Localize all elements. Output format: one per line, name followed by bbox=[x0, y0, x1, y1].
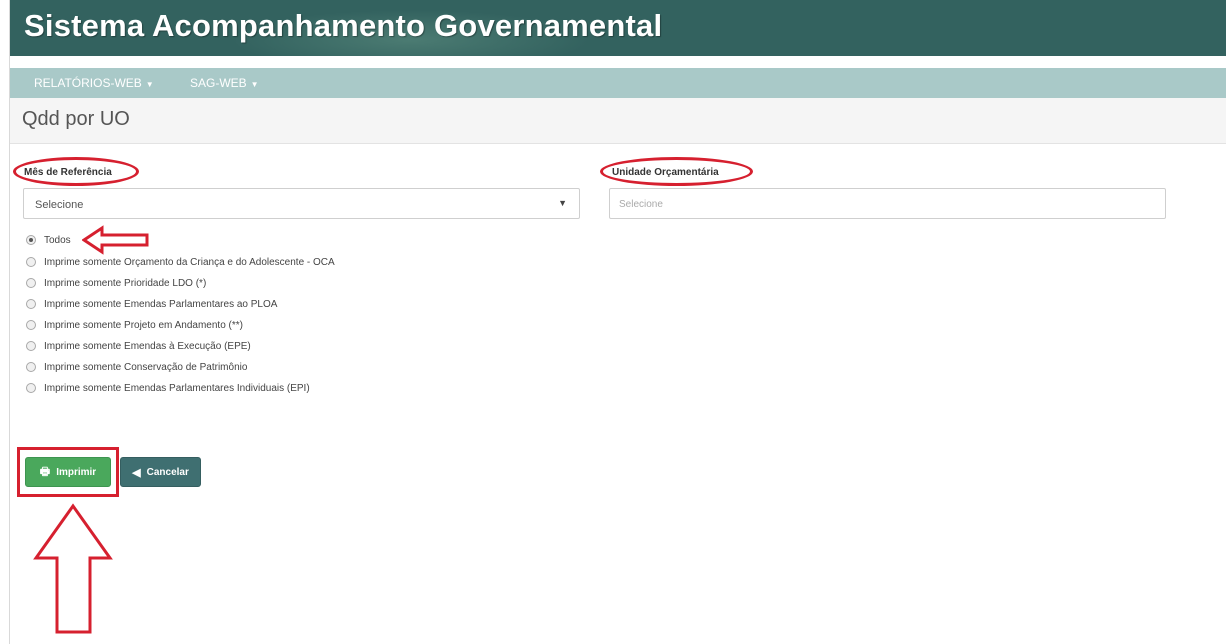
radio-button[interactable] bbox=[26, 235, 36, 245]
app-header: Sistema Acompanhamento Governamental bbox=[10, 0, 1226, 56]
radio-button[interactable] bbox=[26, 341, 36, 351]
app-window: Sistema Acompanhamento Governamental REL… bbox=[0, 0, 1226, 644]
top-navbar: RELATÓRIOS-WEB ▼ SAG-WEB ▼ bbox=[10, 68, 1226, 98]
radio-label: Imprime somente Emendas à Execução (EPE) bbox=[44, 340, 251, 352]
radio-label: Imprime somente Prioridade LDO (*) bbox=[44, 277, 207, 289]
radio-option-projeto[interactable]: Imprime somente Projeto em Andamento (**… bbox=[26, 318, 243, 332]
annotation-arrow-left-icon bbox=[82, 225, 149, 255]
caret-down-icon: ▼ bbox=[145, 80, 154, 89]
nav-item-relatorios-web[interactable]: RELATÓRIOS-WEB ▼ bbox=[34, 76, 154, 90]
radio-label: Imprime somente Orçamento da Criança e d… bbox=[44, 256, 335, 268]
caret-down-icon: ▼ bbox=[250, 80, 259, 89]
unit-input[interactable]: Selecione bbox=[609, 188, 1166, 219]
radio-label: Imprime somente Projeto em Andamento (**… bbox=[44, 319, 243, 331]
month-select[interactable]: Selecione ▼ bbox=[23, 188, 580, 219]
annotation-ellipse-unit bbox=[600, 157, 753, 186]
annotation-ellipse-month bbox=[13, 157, 139, 186]
radio-label: Imprime somente Emendas Parlamentares In… bbox=[44, 382, 310, 394]
cancel-button[interactable]: ◀ Cancelar bbox=[120, 457, 201, 487]
month-select-value: Selecione bbox=[35, 199, 84, 211]
radio-option-epe[interactable]: Imprime somente Emendas à Execução (EPE) bbox=[26, 339, 251, 353]
radio-button[interactable] bbox=[26, 299, 36, 309]
radio-button[interactable] bbox=[26, 320, 36, 330]
unit-input-placeholder: Selecione bbox=[619, 199, 663, 210]
nav-item-label: SAG-WEB bbox=[190, 76, 247, 90]
radio-button[interactable] bbox=[26, 362, 36, 372]
cancel-button-label: Cancelar bbox=[146, 466, 189, 478]
radio-button[interactable] bbox=[26, 278, 36, 288]
back-arrow-icon: ◀ bbox=[132, 466, 141, 479]
page-title-bar: Qdd por UO bbox=[10, 98, 1226, 144]
radio-option-todos[interactable]: Todos bbox=[26, 233, 71, 247]
annotation-arrow-up-icon bbox=[33, 503, 113, 634]
radio-button[interactable] bbox=[26, 383, 36, 393]
annotation-highlight-box bbox=[17, 447, 119, 497]
radio-option-ldo[interactable]: Imprime somente Prioridade LDO (*) bbox=[26, 276, 206, 290]
radio-option-oca[interactable]: Imprime somente Orçamento da Criança e d… bbox=[26, 255, 335, 269]
app-title: Sistema Acompanhamento Governamental bbox=[24, 8, 663, 43]
radio-label: Todos bbox=[44, 234, 71, 246]
radio-option-epi[interactable]: Imprime somente Emendas Parlamentares In… bbox=[26, 381, 310, 395]
nav-item-sag-web[interactable]: SAG-WEB ▼ bbox=[190, 76, 259, 90]
dropdown-arrow-icon: ▼ bbox=[558, 198, 567, 208]
radio-option-patrimonio[interactable]: Imprime somente Conservação de Patrimôni… bbox=[26, 360, 247, 374]
radio-option-ploa[interactable]: Imprime somente Emendas Parlamentares ao… bbox=[26, 297, 277, 311]
radio-label: Imprime somente Conservação de Patrimôni… bbox=[44, 361, 248, 373]
page-title: Qdd por UO bbox=[22, 108, 130, 130]
radio-button[interactable] bbox=[26, 257, 36, 267]
nav-item-label: RELATÓRIOS-WEB bbox=[34, 76, 142, 90]
radio-label: Imprime somente Emendas Parlamentares ao… bbox=[44, 298, 278, 310]
